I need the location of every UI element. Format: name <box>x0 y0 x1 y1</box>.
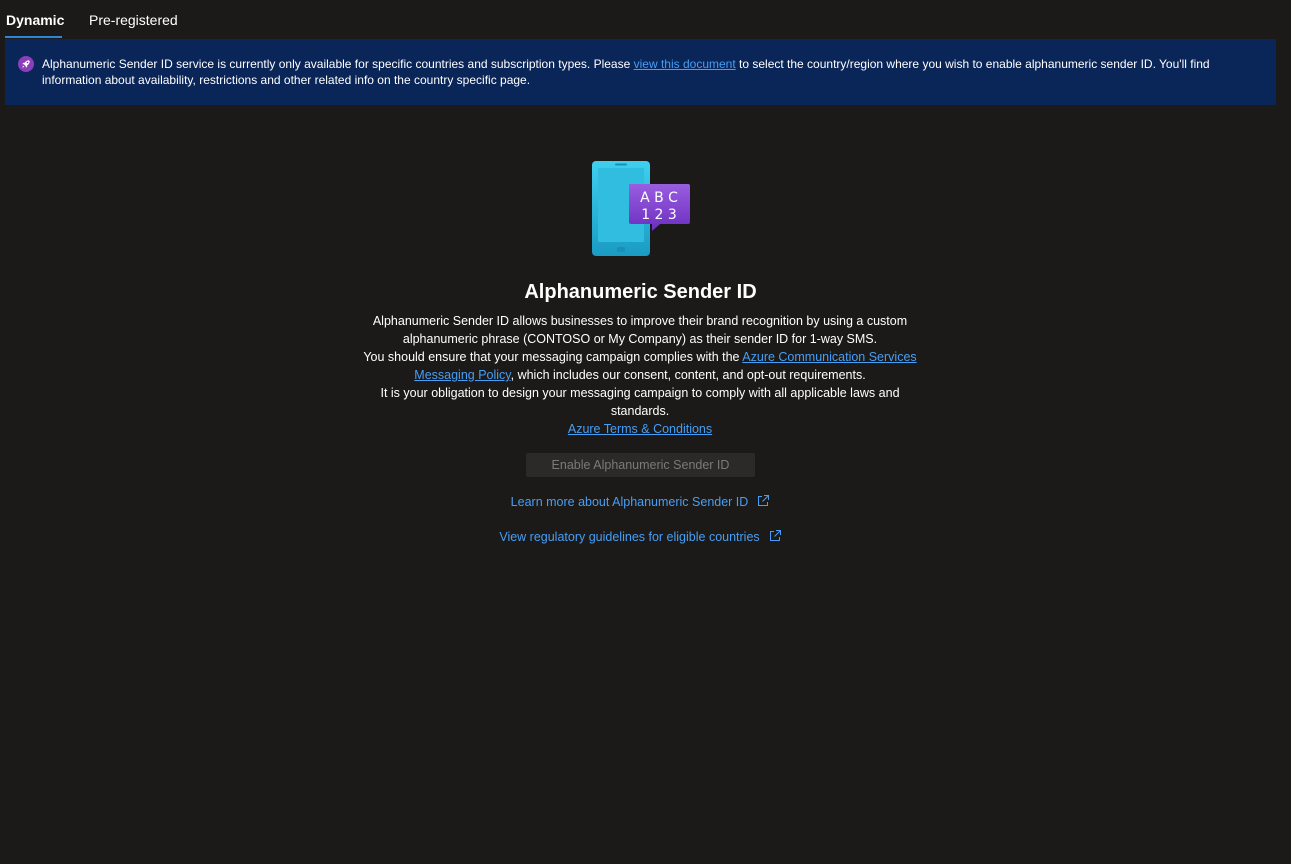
external-link-icon <box>769 530 781 541</box>
terms-row: Azure Terms & Conditions <box>355 420 925 438</box>
icon-letters-top: A B C <box>640 190 678 206</box>
description-paragraph-3: It is your obligation to design your mes… <box>380 386 900 418</box>
external-link-icon <box>758 495 770 506</box>
policy-text-before: You should ensure that your messaging ca… <box>363 350 743 364</box>
view-document-link[interactable]: view this document <box>634 57 736 71</box>
tab-pre-registered[interactable]: Pre-registered <box>89 10 178 30</box>
enable-sender-id-button[interactable]: Enable Alphanumeric Sender ID <box>526 453 755 477</box>
rocket-icon <box>18 56 34 72</box>
banner-text-before: Alphanumeric Sender ID service is curren… <box>42 57 634 71</box>
tab-dynamic[interactable]: Dynamic <box>6 10 64 30</box>
policy-text-after: , which includes our consent, content, a… <box>510 368 866 382</box>
regulatory-label: View regulatory guidelines for eligible … <box>499 530 760 544</box>
description: Alphanumeric Sender ID allows businesses… <box>355 312 925 438</box>
regulatory-guidelines-link[interactable]: View regulatory guidelines for eligible … <box>0 528 1281 546</box>
terms-link[interactable]: Azure Terms & Conditions <box>568 422 712 436</box>
active-tab-indicator <box>5 36 62 38</box>
info-banner: Alphanumeric Sender ID service is curren… <box>5 39 1276 105</box>
phone-abc-123-icon: A B C 1 2 3 <box>592 161 690 256</box>
banner-message: Alphanumeric Sender ID service is curren… <box>42 56 1242 88</box>
description-paragraph-1: Alphanumeric Sender ID allows businesses… <box>372 314 908 346</box>
page-title: Alphanumeric Sender ID <box>524 281 757 303</box>
learn-more-link[interactable]: Learn more about Alphanumeric Sender ID <box>0 493 1281 511</box>
description-paragraph-2: You should ensure that your messaging ca… <box>355 348 925 384</box>
tab-bar: Dynamic Pre-registered <box>0 0 1291 38</box>
icon-letters-bottom: 1 2 3 <box>641 207 677 223</box>
learn-more-label: Learn more about Alphanumeric Sender ID <box>510 495 749 509</box>
